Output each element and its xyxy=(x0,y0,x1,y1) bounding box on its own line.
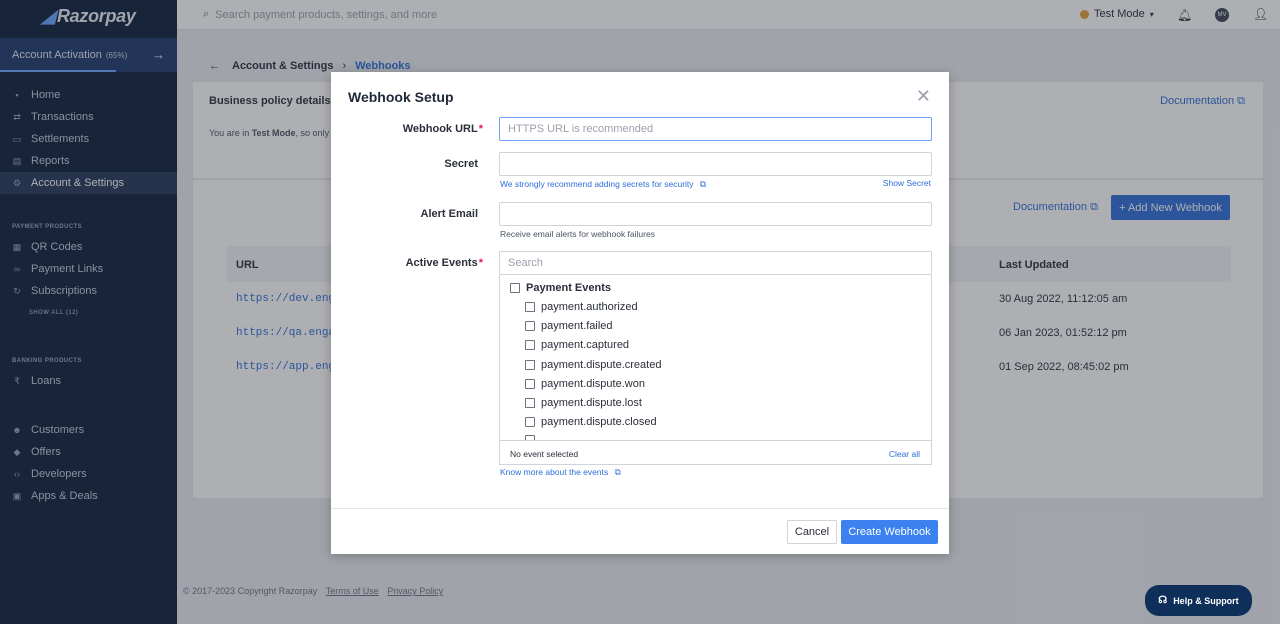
checkbox[interactable] xyxy=(510,283,520,293)
event-label: payment.failed xyxy=(541,320,613,332)
event-item[interactable]: payment.dispute.won xyxy=(525,378,645,390)
checkbox[interactable] xyxy=(525,417,535,427)
checkbox[interactable] xyxy=(525,360,535,370)
event-item[interactable]: payment.captured xyxy=(525,339,629,351)
webhook-url-input[interactable]: HTTPS URL is recommended xyxy=(499,117,932,141)
event-item[interactable]: payment.dispute.closed xyxy=(525,416,657,428)
active-events-label-text: Active Events xyxy=(405,257,478,269)
show-secret-link[interactable]: Show Secret xyxy=(883,178,931,188)
close-icon[interactable]: ✕ xyxy=(916,86,931,107)
modal-footer: Cancel Create Webhook xyxy=(331,508,949,554)
help-support-label: Help & Support xyxy=(1173,595,1239,606)
event-item[interactable]: payment.failed xyxy=(525,320,613,332)
secret-label: Secret xyxy=(444,158,478,170)
checkbox[interactable] xyxy=(525,321,535,331)
secret-security-link[interactable]: We strongly recommend adding secrets for… xyxy=(500,179,706,190)
know-more-text: Know more about the events xyxy=(500,467,609,477)
event-label: payment.dispute.lost xyxy=(541,397,642,409)
alert-email-input[interactable] xyxy=(499,202,932,226)
cancel-button[interactable]: Cancel xyxy=(787,520,837,544)
event-label: payment.captured xyxy=(541,339,630,351)
clear-all-link[interactable]: Clear all xyxy=(889,449,920,459)
create-webhook-button[interactable]: Create Webhook xyxy=(841,520,938,544)
checkbox[interactable] xyxy=(525,398,535,408)
checkbox[interactable] xyxy=(525,302,535,312)
know-more-events-link[interactable]: Know more about the events ⧉ xyxy=(500,467,621,478)
required-marker: * xyxy=(478,123,483,135)
events-list[interactable]: Payment Events payment.authorized paymen… xyxy=(499,275,932,465)
active-events-label: Active Events* xyxy=(333,257,483,269)
selection-status: No event selected xyxy=(510,449,579,459)
secret-input[interactable] xyxy=(499,152,932,176)
event-item[interactable]: payment.authorized xyxy=(525,301,638,313)
events-selection-bar: No event selected Clear all xyxy=(499,440,932,465)
webhook-url-label: Webhook URL* xyxy=(333,123,483,135)
event-group-label: Payment Events xyxy=(526,282,611,294)
event-item[interactable]: payment.dispute.created xyxy=(525,359,661,371)
alert-email-label: Alert Email xyxy=(420,208,478,220)
event-label: payment.authorized xyxy=(541,301,638,313)
checkbox[interactable] xyxy=(525,340,535,350)
event-label: payment.dispute.won xyxy=(541,378,645,390)
required-marker: * xyxy=(478,257,483,269)
secret-hint-text: We strongly recommend adding secrets for… xyxy=(500,179,694,189)
event-item[interactable]: payment.dispute.lost xyxy=(525,397,642,409)
event-label: payment.dispute.closed xyxy=(541,416,657,428)
alert-email-hint: Receive email alerts for webhook failure… xyxy=(500,229,655,239)
modal-title: Webhook Setup xyxy=(348,89,454,105)
webhook-setup-modal: Webhook Setup ✕ Webhook URL* HTTPS URL i… xyxy=(331,72,949,554)
event-label: payment.dispute.created xyxy=(541,359,662,371)
external-link-icon: ⧉ xyxy=(614,467,621,477)
help-support-button[interactable]: ☊ Help & Support xyxy=(1145,585,1252,616)
checkbox[interactable] xyxy=(525,379,535,389)
external-link-icon: ⧉ xyxy=(699,179,706,189)
headset-icon: ☊ xyxy=(1158,595,1168,606)
webhook-url-label-text: Webhook URL xyxy=(402,123,478,135)
events-search-input[interactable]: Search xyxy=(499,251,932,275)
event-group-payment[interactable]: Payment Events xyxy=(510,282,611,294)
